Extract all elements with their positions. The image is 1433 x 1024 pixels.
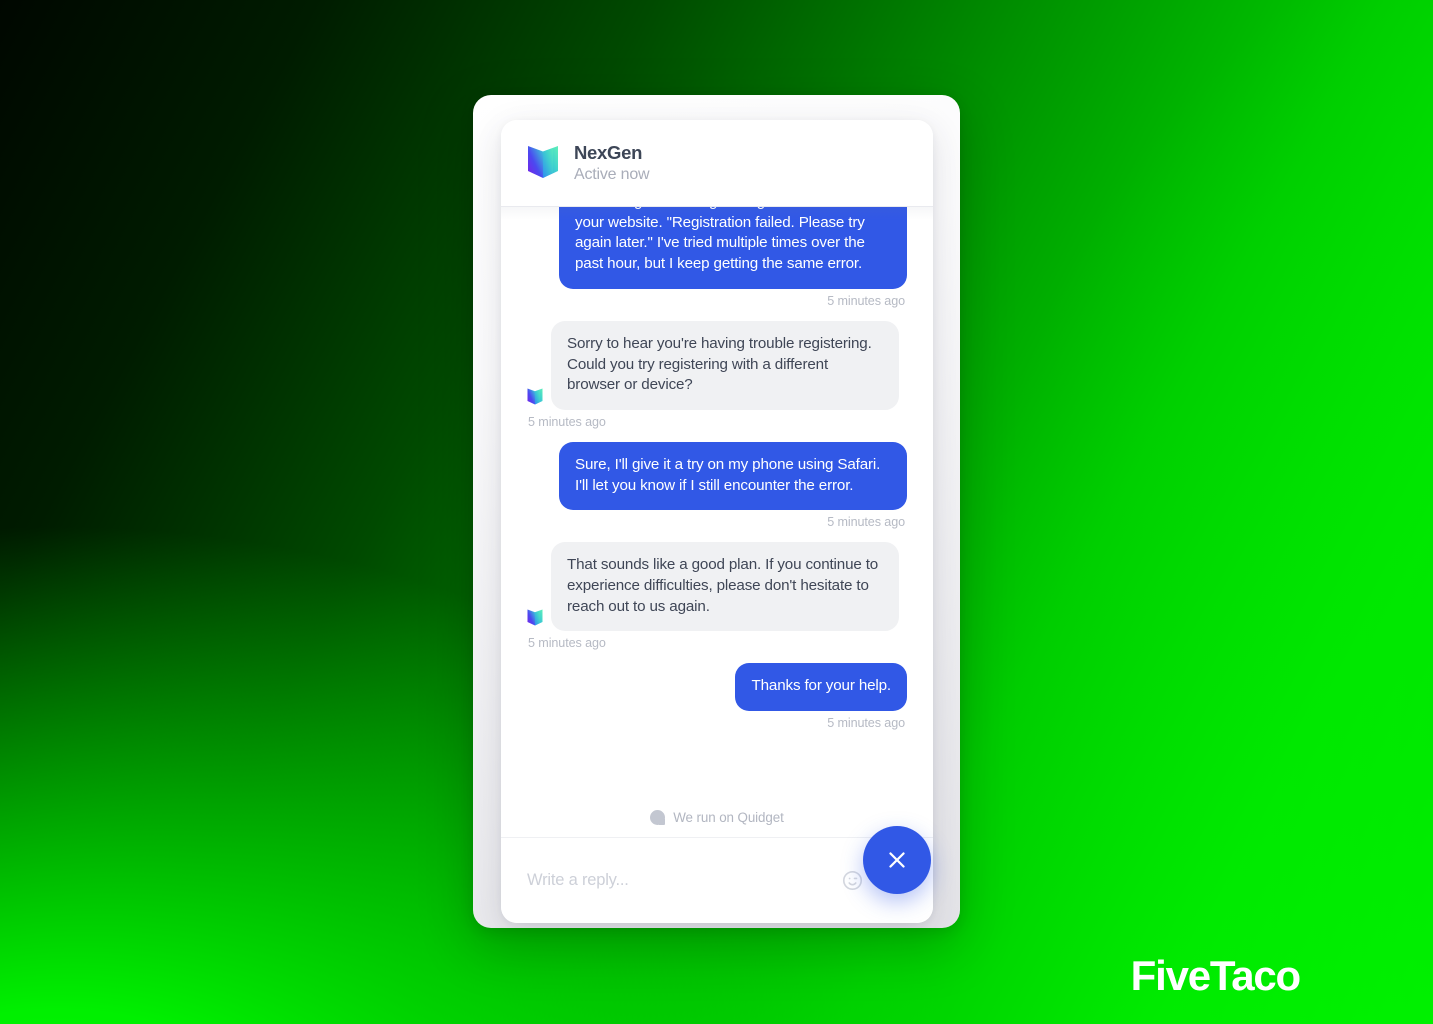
message-list[interactable]: I'm having trouble registering for an ac… (501, 207, 933, 808)
message-bubble-agent: Sorry to hear you're having trouble regi… (551, 320, 899, 410)
powered-by-badge[interactable]: We run on Quidget (501, 808, 933, 837)
message-timestamp: 5 minutes ago (827, 293, 905, 308)
message-bubble-user: Thanks for your help. (735, 663, 907, 712)
quidget-bubble-icon (650, 810, 666, 825)
header-text-block: NexGen Active now (574, 141, 650, 186)
agent-status: Active now (574, 165, 650, 183)
message-timestamp: 5 minutes ago (528, 636, 606, 651)
message-timestamp: 5 minutes ago (827, 515, 905, 530)
wink-smiley-icon[interactable] (841, 869, 864, 892)
message-bubble-agent: That sounds like a good plan. If you con… (551, 542, 899, 632)
message-timestamp: 5 minutes ago (827, 716, 905, 731)
message-row-agent: Sorry to hear you're having trouble regi… (527, 320, 907, 429)
bubble-line: Thanks for your help. (735, 663, 907, 712)
message-bubble-user: I'm having trouble registering for an ac… (559, 207, 907, 289)
reply-input[interactable] (527, 871, 841, 890)
chat-widget-shell: NexGen Active now I'm having trouble reg… (473, 95, 960, 928)
brand-name: NexGen (574, 141, 643, 163)
book-logo-icon (527, 144, 559, 182)
fivetaco-watermark: FiveTaco (1130, 952, 1302, 999)
bubble-line: I'm having trouble registering for an ac… (559, 207, 907, 289)
agent-avatar-icon (527, 608, 543, 628)
message-timestamp: 5 minutes ago (528, 414, 606, 429)
message-row-agent: That sounds like a good plan. If you con… (527, 542, 907, 650)
bubble-line: That sounds like a good plan. If you con… (527, 542, 899, 632)
message-row-user: Sure, I'll give it a try on my phone usi… (527, 441, 907, 530)
close-chat-button[interactable] (863, 826, 931, 894)
bubble-line: Sure, I'll give it a try on my phone usi… (559, 441, 907, 511)
chat-card: NexGen Active now I'm having trouble reg… (501, 120, 933, 923)
bubble-line: Sorry to hear you're having trouble regi… (527, 320, 899, 410)
agent-avatar-icon (527, 387, 543, 407)
powered-by-label: We run on Quidget (673, 810, 784, 825)
message-row-user: Thanks for your help. 5 minutes ago (527, 663, 907, 730)
close-x-icon (889, 852, 905, 868)
message-row-user: I'm having trouble registering for an ac… (527, 207, 907, 308)
chat-header: NexGen Active now (501, 120, 933, 220)
message-bubble-user: Sure, I'll give it a try on my phone usi… (559, 441, 907, 511)
